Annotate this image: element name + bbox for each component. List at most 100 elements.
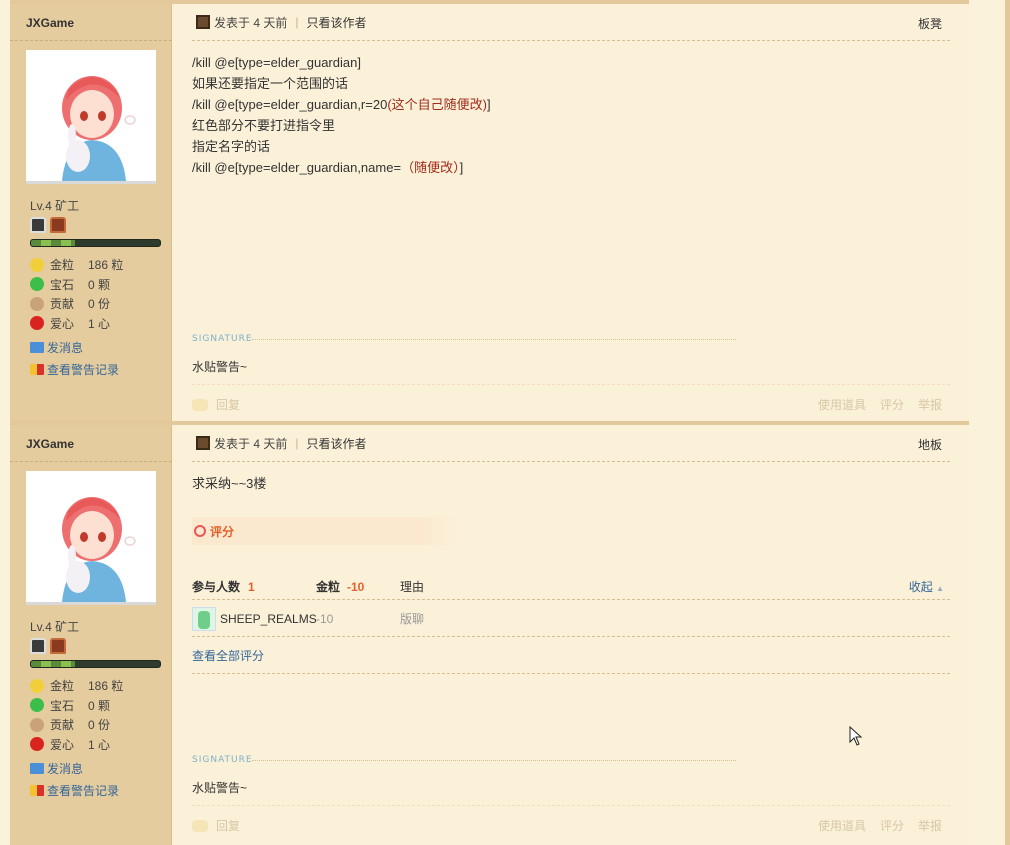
meta-separator: | [295,15,299,29]
experience-bar [30,660,161,668]
post-content: /kill @e[type=elder_guardian] 如果还要指定一个范围… [192,52,491,178]
post-content: 求采纳~~3楼 [192,473,266,494]
rater-avatar-figure-icon [198,610,210,629]
signature-divider [252,339,736,340]
view-warnings-label: 查看警告记录 [47,784,120,798]
send-message-label: 发消息 [47,341,84,355]
footer-divider [192,805,950,806]
footer-divider [192,384,950,385]
reply-icon [192,819,208,832]
rater-reason: 版聊 [400,612,425,626]
post-meta: 发表于 4 天前 | 只看该作者 板凳 [192,4,950,41]
envelope-icon [30,763,44,774]
content-text: /kill @e[type=elder_guardian,r=20 [192,97,388,112]
view-warnings-label: 查看警告记录 [47,363,120,377]
page-right-border [1005,0,1010,845]
floor-number[interactable]: 地板 [918,436,942,453]
post-actions: 使用道具 评分 举报 [818,396,942,413]
floor-number[interactable]: 板凳 [918,15,942,32]
chestplate-badge-icon[interactable] [50,217,66,233]
experience-bar [30,239,161,247]
send-message-link[interactable]: 发消息 [30,760,83,777]
signature-text: 水贴警告~ [192,360,248,374]
post-actions: 使用道具 评分 举报 [818,817,942,834]
stat-value: 186 粒 [88,679,124,694]
stat-label: 宝石 [50,277,75,292]
gold-nugget-icon [30,257,44,272]
reply-icon [192,398,208,411]
rate-button[interactable]: 评分 [880,817,904,834]
stat-label: 爱心 [50,737,75,752]
stat-love: 爱心 1 心 [30,735,123,755]
avatar[interactable] [26,471,156,605]
avatar[interactable] [26,50,156,184]
stat-gem: 宝石 0 颗 [30,696,123,716]
send-message-link[interactable]: 发消息 [30,339,83,356]
stat-contribution: 贡献 0 份 [30,294,123,314]
badge-list [30,217,66,233]
reply-label: 回复 [216,819,241,833]
emerald-icon [30,277,44,292]
only-author-link[interactable]: 只看该作者 [306,435,366,452]
sidebar-divider [10,40,172,41]
rating-header: 评分 [192,517,462,545]
stat-value: 1 心 [88,316,111,331]
collapse-rating-button[interactable]: 收起 ▲ [909,578,944,595]
content-line: 求采纳~~3楼 [192,476,267,491]
sidebar-divider [10,461,172,462]
steve-head-icon [196,436,210,450]
author-sidebar: JXGame Lv.4 矿工 金粒 186 粒 宝石 0 颗 贡献 0 份 爱心… [10,4,172,421]
stat-label: 贡献 [50,718,75,733]
reason-column-label: 理由 [400,580,425,594]
rating-table-header: 参与人数 1 金粒 -10 理由 收起 ▲ [192,574,950,600]
experience-fill [31,240,75,246]
badge-list [30,638,66,654]
report-button[interactable]: 举报 [918,817,942,834]
content-text: ] [459,160,464,175]
use-item-button[interactable]: 使用道具 [818,817,866,834]
rate-button[interactable]: 评分 [880,396,904,413]
signature-divider [252,760,736,761]
emerald-icon [30,698,44,713]
helmet-badge-icon[interactable] [30,638,46,654]
content-line: /kill @e[type=elder_guardian,r=20(这个自己随便… [192,94,491,115]
warning-card-icon [30,785,44,796]
content-line: 指定名字的话 [192,139,271,154]
view-warnings-link[interactable]: 查看警告记录 [30,782,119,799]
participants-count: 1 [248,579,255,594]
report-button[interactable]: 举报 [918,396,942,413]
reply-label: 回复 [216,398,241,412]
helmet-badge-icon[interactable] [30,217,46,233]
chestplate-badge-icon[interactable] [50,638,66,654]
user-stats: 金粒 186 粒 宝石 0 颗 贡献 0 份 爱心 1 心 [30,676,123,754]
user-stats: 金粒 186 粒 宝石 0 颗 贡献 0 份 爱心 1 心 [30,255,123,333]
author-name[interactable]: JXGame [26,437,74,451]
stat-label: 爱心 [50,316,75,331]
gold-total: -10 [347,579,365,594]
warning-card-icon [30,364,44,375]
view-all-ratings-link[interactable]: 查看全部评分 [192,647,264,664]
reply-button[interactable]: 回复 [192,817,240,834]
view-warnings-link[interactable]: 查看警告记录 [30,361,119,378]
only-author-link[interactable]: 只看该作者 [306,14,366,31]
rater-avatar[interactable] [192,606,216,631]
rating-footer: 查看全部评分 [192,638,950,674]
chevron-up-icon: ▲ [936,584,944,593]
rating-title: 评分 [210,524,235,539]
stat-label: 金粒 [50,258,75,273]
content-line: /kill @e[type=elder_guardian] [192,55,361,70]
rater-gold: -10 [316,611,334,626]
stat-label: 宝石 [50,698,75,713]
mouse-pointer-icon [849,726,863,746]
content-line: 红色部分不要打进指令里 [192,118,336,133]
content-line: 如果还要指定一个范围的话 [192,76,349,91]
stat-label: 贡献 [50,297,75,312]
use-item-button[interactable]: 使用道具 [818,396,866,413]
reply-button[interactable]: 回复 [192,396,240,413]
rater-name[interactable]: SHEEP_REALMS [220,612,317,626]
participants-label: 参与人数 [192,580,241,594]
author-name[interactable]: JXGame [26,16,74,30]
stat-value: 186 粒 [88,258,124,273]
rating-row: SHEEP_REALMS -10 版聊 [192,601,950,637]
post-meta: 发表于 4 天前 | 只看该作者 地板 [192,425,950,462]
